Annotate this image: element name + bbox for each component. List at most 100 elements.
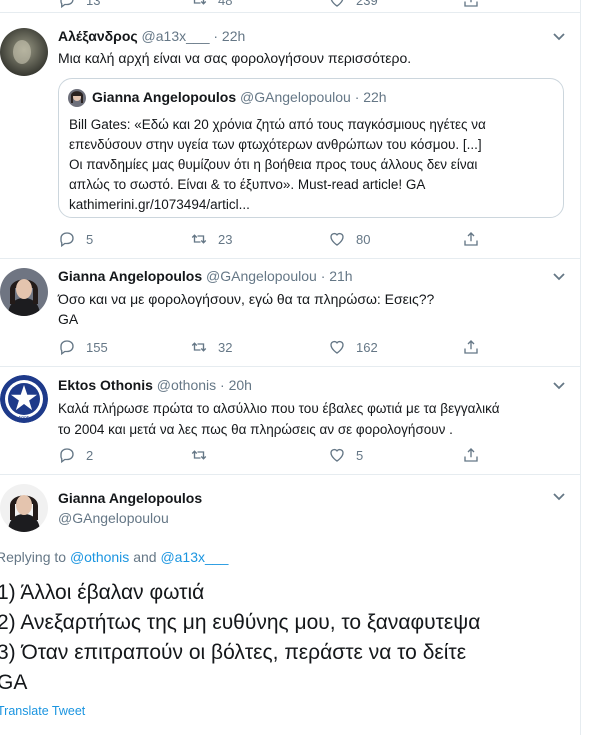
- tweet2-retweet-action[interactable]: 32: [190, 338, 232, 356]
- tweet1-retweet-action[interactable]: 23: [190, 230, 232, 248]
- tweet1-like-action[interactable]: 80: [328, 230, 370, 248]
- quote-line: Bill Gates: «Εδώ και 20 χρόνια ζητώ από …: [69, 117, 486, 132]
- quote-line: επενδύσουν στην υγεία των φτωχότερων ανθ…: [69, 137, 482, 152]
- reply-icon: [60, 448, 74, 464]
- author-handle[interactable]: @othonis: [157, 377, 216, 393]
- share-icon: [464, 340, 478, 354]
- mention-a13x[interactable]: @a13x___: [160, 549, 228, 565]
- top-reply-action[interactable]: 13: [58, 0, 100, 9]
- divider: [0, 474, 580, 475]
- main-line: 1) Άλλοι έβαλαν φωτιά: [0, 581, 205, 604]
- heart-icon: [330, 0, 344, 7]
- tweet2-reply-action[interactable]: 155: [58, 338, 108, 356]
- avatar-gianna-main[interactable]: [0, 484, 48, 532]
- top-reply-count: 13: [86, 0, 101, 8]
- divider: [0, 258, 580, 259]
- tweet3-reply-action[interactable]: 2: [58, 446, 93, 464]
- top-share-action[interactable]: [462, 0, 480, 9]
- chevron-down-icon[interactable]: [552, 381, 566, 391]
- retweet-icon: [191, 342, 207, 352]
- mention-othonis[interactable]: @othonis: [70, 549, 129, 565]
- retweet-count: 23: [218, 231, 233, 247]
- heart-icon: [330, 448, 344, 462]
- quote-text: Bill Gates: «Εδώ και 20 χρόνια ζητώ από …: [69, 115, 486, 215]
- chevron-down-icon[interactable]: [552, 32, 566, 42]
- column-border: [580, 0, 581, 735]
- author-name[interactable]: Αλέξανδρος: [58, 28, 138, 44]
- main-author-name[interactable]: Gianna Angelopoulos: [58, 490, 202, 506]
- tweet-time[interactable]: · 21h: [321, 268, 353, 284]
- tweet1-header: Αλέξανδρος @a13x___ · 22h: [58, 28, 245, 44]
- badge-year: 1905: [18, 416, 29, 422]
- reply-count: 5: [86, 231, 94, 247]
- tweet2-share-action[interactable]: [462, 338, 480, 356]
- translate-tweet-link[interactable]: Translate Tweet: [0, 704, 85, 718]
- tweet-line: Καλά πλήρωσε πρώτα το αλσύλλιο που του έ…: [58, 401, 500, 416]
- replying-to: Replying to @othonis and @a13x___: [0, 549, 228, 565]
- avatar-alexandros[interactable]: [0, 28, 48, 76]
- replying-prefix: Replying to: [0, 549, 67, 565]
- tweet-line: GA: [58, 311, 79, 327]
- like-count: 80: [356, 231, 371, 247]
- heart-icon: [330, 340, 344, 354]
- tweet3-text: Καλά πλήρωσε πρώτα το αλσύλλιο που του έ…: [58, 398, 500, 440]
- top-retweet-count: 48: [218, 0, 233, 8]
- top-like-count: 239: [356, 0, 378, 8]
- author-handle[interactable]: @GAngelopoulou: [206, 268, 317, 284]
- tweet1-share-action[interactable]: [462, 230, 480, 248]
- reply-icon: [60, 0, 74, 9]
- tweet3-like-action[interactable]: 5: [328, 446, 363, 464]
- retweet-icon: [191, 234, 207, 244]
- main-line: 2) Ανεξαρτήτως της μη ευθύνης μου, το ξα…: [0, 611, 481, 634]
- retweet-count: 32: [218, 339, 233, 355]
- like-count: 162: [356, 339, 378, 355]
- top-like-action[interactable]: 239: [328, 0, 378, 9]
- replying-and: and: [133, 549, 157, 565]
- divider: [0, 366, 580, 367]
- quoted-tweet[interactable]: Gianna Angelopoulos @GAngelopoulou · 22h…: [58, 78, 564, 218]
- reply-count: 2: [86, 447, 94, 463]
- tweet2-like-action[interactable]: 162: [328, 338, 378, 356]
- chevron-down-icon[interactable]: [552, 492, 566, 502]
- quote-time: · 22h: [354, 89, 387, 105]
- tweet1-reply-action[interactable]: 5: [58, 230, 93, 248]
- quote-author-handle: @GAngelopoulou: [240, 89, 351, 105]
- quote-link[interactable]: kathimerini.gr/1073494/articl...: [69, 195, 486, 215]
- tweet-line: το 2004 και μετά να λες πως θα πληρώσεις…: [58, 422, 453, 437]
- quote-line: Οι πανδημίες μας θυμίζουν ότι η βοήθεια …: [69, 157, 478, 172]
- main-tweet-text: 1) Άλλοι έβαλαν φωτιά 2) Ανεξαρτήτως της…: [0, 578, 480, 698]
- tweet3-header: Ektos Othonis @othonis · 20h: [58, 377, 252, 393]
- reply-count: 155: [86, 339, 108, 355]
- author-name[interactable]: Gianna Angelopoulos: [58, 268, 202, 284]
- tweet3-share-action[interactable]: [462, 446, 480, 464]
- divider: [0, 12, 580, 13]
- retweet-icon: [191, 450, 207, 460]
- quote-author-name: Gianna Angelopoulos: [92, 89, 237, 105]
- tweet2-text: Όσο και να με φορολογήσουν, εγώ θα τα πλ…: [58, 289, 434, 329]
- heart-icon: [330, 232, 344, 246]
- reply-icon: [60, 232, 74, 248]
- share-icon: [464, 0, 478, 7]
- quote-line: απλώς το σωστό. Είναι & το έξυπνο». Must…: [69, 177, 426, 192]
- main-line: 3) Όταν επιτραπούν οι βόλτες, περάστε να…: [0, 641, 467, 664]
- author-name[interactable]: Ektos Othonis: [58, 377, 153, 393]
- share-icon: [464, 232, 478, 246]
- main-line: GA: [0, 671, 28, 694]
- reply-icon: [60, 340, 74, 356]
- quote-header: Gianna Angelopoulos @GAngelopoulou · 22h: [92, 89, 387, 105]
- tweet-line: Όσο και να με φορολογήσουν, εγώ θα τα πλ…: [58, 291, 435, 307]
- like-count: 5: [356, 447, 364, 463]
- quote-avatar: [68, 89, 86, 107]
- avatar-gianna[interactable]: [0, 268, 48, 316]
- tweet-time[interactable]: · 20h: [220, 377, 252, 393]
- main-author-handle[interactable]: @GAngelopoulou: [58, 510, 169, 526]
- chevron-down-icon[interactable]: [552, 272, 566, 282]
- author-handle[interactable]: @a13x___: [142, 28, 210, 44]
- share-icon: [464, 448, 478, 462]
- retweet-icon: [193, 0, 207, 5]
- tweet-time[interactable]: · 22h: [213, 28, 245, 44]
- tweet1-text: Μια καλή αρχή είναι να σας φορολογήσουν …: [58, 50, 412, 66]
- top-retweet-action[interactable]: 48: [190, 0, 232, 9]
- tweet3-retweet-action[interactable]: [190, 446, 208, 464]
- avatar-ektos-othonis[interactable]: 1905: [0, 375, 48, 423]
